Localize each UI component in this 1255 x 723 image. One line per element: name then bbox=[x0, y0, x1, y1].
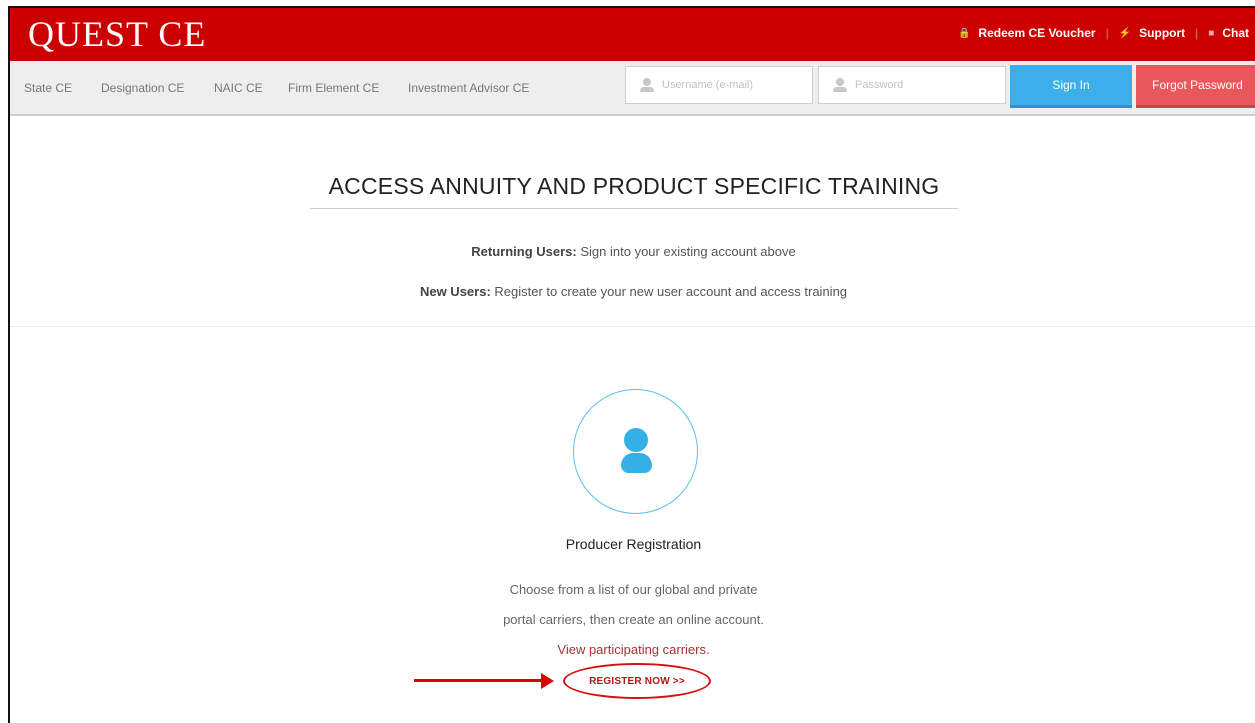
nav-item-firm-element-ce[interactable]: Firm Element CE bbox=[288, 81, 379, 95]
quest-ce-logo[interactable]: QUEST CE bbox=[28, 14, 206, 54]
nav-item-designation-ce[interactable]: Designation CE bbox=[101, 81, 184, 95]
annotation-arrow-icon bbox=[414, 679, 544, 682]
returning-users-text: Returning Users: Sign into your existing… bbox=[10, 244, 1255, 259]
annotation-arrow-head-icon bbox=[541, 673, 554, 689]
new-users-text: New Users: Register to create your new u… bbox=[10, 284, 1255, 299]
top-bar: QUEST CE 🔒 Redeem CE Voucher | ⚡ Support… bbox=[10, 8, 1255, 61]
support-link[interactable]: ⚡ Support bbox=[1119, 26, 1185, 40]
registration-description-line-1: Choose from a list of our global and pri… bbox=[509, 582, 758, 597]
new-users-description: Register to create your new user account… bbox=[490, 284, 848, 299]
page-title: ACCESS ANNUITY AND PRODUCT SPECIFIC TRAI… bbox=[328, 173, 940, 199]
lock-icon: 🔒 bbox=[957, 27, 971, 39]
heading-underline bbox=[310, 208, 958, 209]
user-icon bbox=[833, 78, 847, 92]
password-input[interactable] bbox=[853, 78, 997, 92]
username-input[interactable] bbox=[660, 78, 804, 92]
sign-in-button[interactable]: Sign In bbox=[1010, 65, 1132, 108]
producer-registration-icon-circle[interactable] bbox=[573, 389, 698, 514]
register-now-label: REGISTER NOW >> bbox=[589, 675, 685, 687]
username-field[interactable] bbox=[625, 66, 813, 104]
new-users-label: New Users: bbox=[419, 284, 491, 299]
user-icon-body bbox=[621, 453, 652, 473]
producer-registration-title: Producer Registration bbox=[565, 536, 702, 552]
view-carriers-link[interactable]: View participating carriers. bbox=[10, 642, 1255, 657]
section-divider bbox=[10, 326, 1255, 327]
user-icon bbox=[640, 78, 654, 92]
top-link-separator: | bbox=[1195, 26, 1199, 40]
support-label: Support bbox=[1139, 26, 1186, 40]
top-links: 🔒 Redeem CE Voucher | ⚡ Support | ■ Chat bbox=[958, 26, 1249, 40]
returning-users-label: Returning Users: bbox=[471, 244, 577, 259]
forgot-password-button[interactable]: Forgot Password bbox=[1136, 65, 1255, 108]
chat-label: Chat bbox=[1222, 26, 1249, 40]
page-frame: QUEST CE 🔒 Redeem CE Voucher | ⚡ Support… bbox=[8, 6, 1255, 723]
top-link-separator: | bbox=[1105, 26, 1109, 40]
chat-icon: ■ bbox=[1208, 27, 1215, 39]
register-now-button[interactable]: REGISTER NOW >> bbox=[563, 663, 711, 699]
nav-item-naic-ce[interactable]: NAIC CE bbox=[214, 81, 263, 95]
user-icon bbox=[624, 428, 648, 452]
main-nav: State CE Designation CE NAIC CE Firm Ele… bbox=[10, 61, 1255, 116]
returning-users-description: Sign into your existing account above bbox=[576, 244, 796, 259]
nav-item-state-ce[interactable]: State CE bbox=[24, 81, 72, 95]
redeem-voucher-label: Redeem CE Voucher bbox=[978, 26, 1096, 40]
redeem-voucher-link[interactable]: 🔒 Redeem CE Voucher bbox=[958, 26, 1096, 40]
nav-item-investment-advisor-ce[interactable]: Investment Advisor CE bbox=[408, 81, 529, 95]
registration-description-line-2: portal carriers, then create an online a… bbox=[503, 612, 764, 627]
lightning-icon: ⚡ bbox=[1118, 27, 1132, 39]
password-field[interactable] bbox=[818, 66, 1006, 104]
chat-link[interactable]: ■ Chat bbox=[1208, 26, 1249, 40]
